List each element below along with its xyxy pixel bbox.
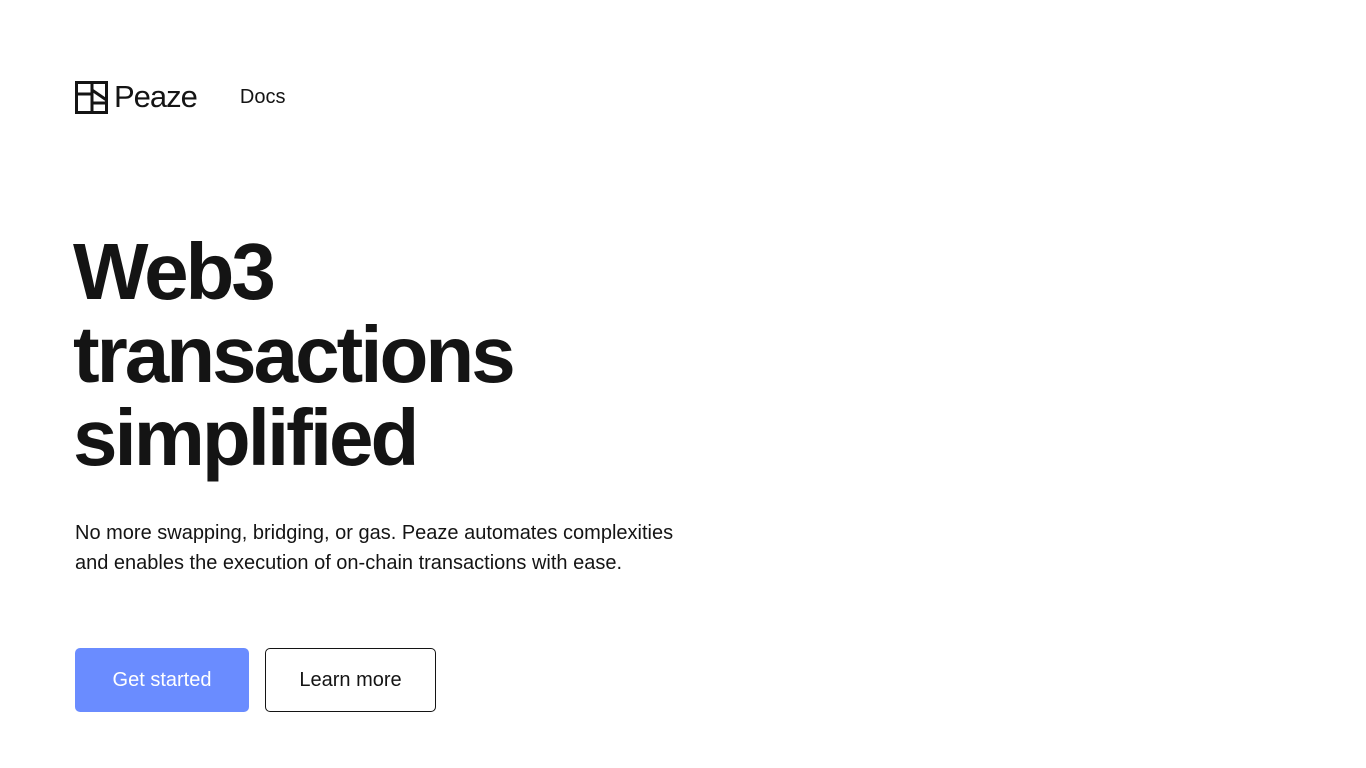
nav-link-docs[interactable]: Docs [240, 80, 286, 114]
hero-title-line: Web3 [73, 227, 276, 316]
hero-title-line: simplified [73, 393, 419, 482]
peaze-logo-icon [75, 80, 108, 114]
get-started-button[interactable]: Get started [75, 648, 249, 712]
top-nav: Peaze Docs [75, 80, 285, 114]
learn-more-button[interactable]: Learn more [265, 648, 436, 712]
hero-title-line: transactions [73, 310, 516, 399]
brand-logo-link[interactable]: Peaze [75, 79, 198, 114]
hero-actions: Get started Learn more [75, 648, 436, 712]
hero-subtitle: No more swapping, bridging, or gas. Peaz… [75, 522, 674, 574]
page: Peaze Docs Web3 transactions simplified … [0, 0, 1366, 768]
brand-name: Peaze [114, 79, 198, 114]
hero-title: Web3 transactions simplified [73, 230, 713, 479]
